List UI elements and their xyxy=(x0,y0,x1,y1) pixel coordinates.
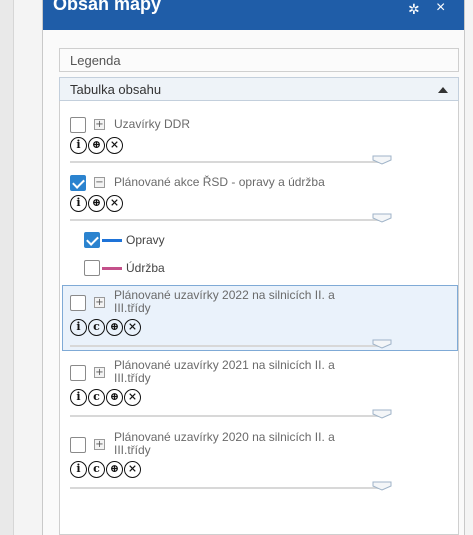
globe-icon[interactable]: ⊕ xyxy=(88,137,105,154)
info-icon[interactable]: i xyxy=(70,137,87,154)
layer-label-line2: III.třídy xyxy=(114,371,151,385)
legend-item-udrzba: Údržba xyxy=(84,259,284,277)
layer-item: + Plánované uzavírky 2020 na silnicích I… xyxy=(70,431,450,495)
layer-tools: i c ⊕ × xyxy=(70,461,141,478)
legend-line-swatch xyxy=(102,267,122,270)
info-icon[interactable]: i xyxy=(70,389,87,406)
collapse-icon[interactable]: − xyxy=(94,177,105,188)
accordion-toc-label: Tabulka obsahu xyxy=(70,82,162,97)
legend-line-swatch xyxy=(102,239,122,242)
legend-checkbox[interactable] xyxy=(84,260,100,276)
layer-tools: i ⊕ × xyxy=(70,195,123,212)
pin-icon[interactable]: ✲ xyxy=(408,2,422,16)
opacity-slider[interactable] xyxy=(70,219,380,221)
layer-item: + Plánované uzavírky 2022 na silnicích I… xyxy=(70,289,450,353)
legend-label: Opravy xyxy=(126,233,165,247)
layer-label: Uzavírky DDR xyxy=(114,117,191,131)
opacity-slider[interactable] xyxy=(70,161,380,163)
layer-item: + Uzavírky DDR i ⊕ × xyxy=(70,117,450,177)
layer-label: Plánované akce ŘSD - opravy a údržba xyxy=(114,175,325,189)
copyright-icon[interactable]: c xyxy=(88,461,105,478)
collapse-arrow-icon[interactable] xyxy=(438,87,448,93)
expand-icon[interactable]: + xyxy=(94,439,105,450)
map-content-panel: Obsah mapy ✲ × Legenda Tabulka obsahu + … xyxy=(42,0,465,535)
layer-checkbox[interactable] xyxy=(70,437,86,453)
slider-thumb[interactable] xyxy=(372,155,392,165)
slider-thumb[interactable] xyxy=(372,213,392,223)
slider-thumb[interactable] xyxy=(372,339,392,349)
layer-tools: i c ⊕ × xyxy=(70,389,141,406)
app-left-strip xyxy=(0,0,14,535)
info-icon[interactable]: i xyxy=(70,461,87,478)
globe-icon[interactable]: ⊕ xyxy=(106,461,123,478)
expand-icon[interactable]: + xyxy=(94,367,105,378)
globe-icon[interactable]: ⊕ xyxy=(106,389,123,406)
layer-tools: i ⊕ × xyxy=(70,137,123,154)
opacity-slider[interactable] xyxy=(70,345,380,347)
legend-label: Údržba xyxy=(126,261,165,275)
slider-thumb[interactable] xyxy=(372,409,392,419)
panel-header: Obsah mapy ✲ × xyxy=(43,0,464,30)
close-icon[interactable]: × xyxy=(436,0,450,16)
layer-label-line2: III.třídy xyxy=(114,443,151,457)
info-icon[interactable]: i xyxy=(70,319,87,336)
copyright-icon[interactable]: c xyxy=(88,319,105,336)
opacity-slider[interactable] xyxy=(70,415,380,417)
layer-checkbox[interactable] xyxy=(70,295,86,311)
layer-label-line2: III.třídy xyxy=(114,301,151,315)
toc-body: + Uzavírky DDR i ⊕ × − Plánované akce ŘS… xyxy=(59,101,459,535)
accordion-table-of-contents[interactable]: Tabulka obsahu xyxy=(59,77,459,101)
layer-item: + Plánované uzavírky 2021 na silnicích I… xyxy=(70,359,450,423)
accordion-legend-label: Legenda xyxy=(70,53,121,68)
layer-checkbox[interactable] xyxy=(70,175,86,191)
globe-icon[interactable]: ⊕ xyxy=(88,195,105,212)
remove-icon[interactable]: × xyxy=(124,319,141,336)
opacity-slider[interactable] xyxy=(70,487,380,489)
globe-icon[interactable]: ⊕ xyxy=(106,319,123,336)
layer-tools: i c ⊕ × xyxy=(70,319,141,336)
layer-checkbox[interactable] xyxy=(70,365,86,381)
remove-icon[interactable]: × xyxy=(124,461,141,478)
remove-icon[interactable]: × xyxy=(106,195,123,212)
accordion-legend[interactable]: Legenda xyxy=(59,48,459,72)
layer-checkbox[interactable] xyxy=(70,117,86,133)
expand-icon[interactable]: + xyxy=(94,119,105,130)
panel-title: Obsah mapy xyxy=(53,0,162,14)
expand-icon[interactable]: + xyxy=(94,297,105,308)
copyright-icon[interactable]: c xyxy=(88,389,105,406)
legend-checkbox[interactable] xyxy=(84,232,100,248)
info-icon[interactable]: i xyxy=(70,195,87,212)
layer-item: − Plánované akce ŘSD - opravy a údržba i… xyxy=(70,175,450,235)
remove-icon[interactable]: × xyxy=(106,137,123,154)
slider-thumb[interactable] xyxy=(372,481,392,491)
panel-body: Legenda Tabulka obsahu + Uzavírky DDR i … xyxy=(43,30,464,535)
legend-item-opravy: Opravy xyxy=(84,231,284,249)
remove-icon[interactable]: × xyxy=(124,389,141,406)
